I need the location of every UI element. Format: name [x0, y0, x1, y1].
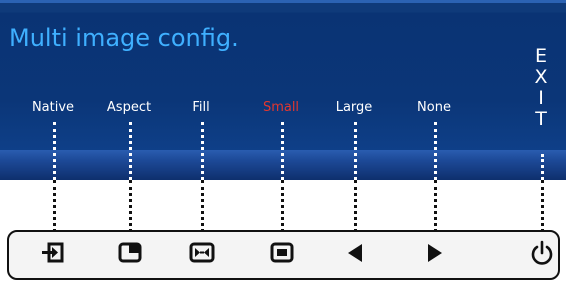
leader-none-osd [434, 122, 437, 180]
leader-native [53, 180, 56, 232]
leader-large [354, 180, 357, 232]
leader-small [281, 180, 284, 232]
right-button[interactable] [417, 237, 453, 269]
left-button[interactable] [337, 237, 373, 269]
osd-top-border [0, 0, 566, 3]
fill-screen-icon [189, 242, 215, 263]
leader-exit-osd [541, 154, 544, 180]
leader-aspect-osd [129, 122, 132, 180]
option-fill[interactable]: Fill [161, 100, 241, 115]
leader-native-osd [53, 122, 56, 180]
right-arrow-icon [428, 244, 442, 262]
aspect-window-icon [118, 242, 142, 263]
leader-none [434, 180, 437, 232]
exit-letter: T [535, 108, 547, 130]
leader-exit [541, 180, 544, 232]
input-source-button[interactable] [36, 237, 72, 269]
power-icon [531, 240, 553, 265]
leader-aspect [129, 180, 132, 232]
option-none[interactable]: None [394, 100, 474, 115]
option-small[interactable]: Small [241, 100, 321, 115]
osd-title: Multi image config. [9, 24, 239, 52]
leader-large-osd [354, 122, 357, 180]
leader-fill [201, 180, 204, 232]
fill-button[interactable] [184, 237, 220, 269]
exit-letter: X [534, 66, 548, 88]
power-button[interactable] [524, 237, 560, 269]
input-source-icon [42, 242, 64, 263]
leader-small-osd [281, 122, 284, 180]
exit-letter: E [534, 45, 547, 67]
aspect-button[interactable] [112, 237, 148, 269]
osd-menu: Multi image config. Native Aspect Fill S… [0, 0, 566, 180]
exit-letter: I [538, 87, 544, 109]
exit-label[interactable]: E X I T [532, 46, 550, 130]
small-window-icon [270, 242, 294, 263]
option-aspect[interactable]: Aspect [89, 100, 169, 115]
leader-fill-osd [201, 122, 204, 180]
left-arrow-icon [348, 244, 362, 262]
option-large[interactable]: Large [314, 100, 394, 115]
option-native[interactable]: Native [13, 100, 93, 115]
small-window-button[interactable] [264, 237, 300, 269]
